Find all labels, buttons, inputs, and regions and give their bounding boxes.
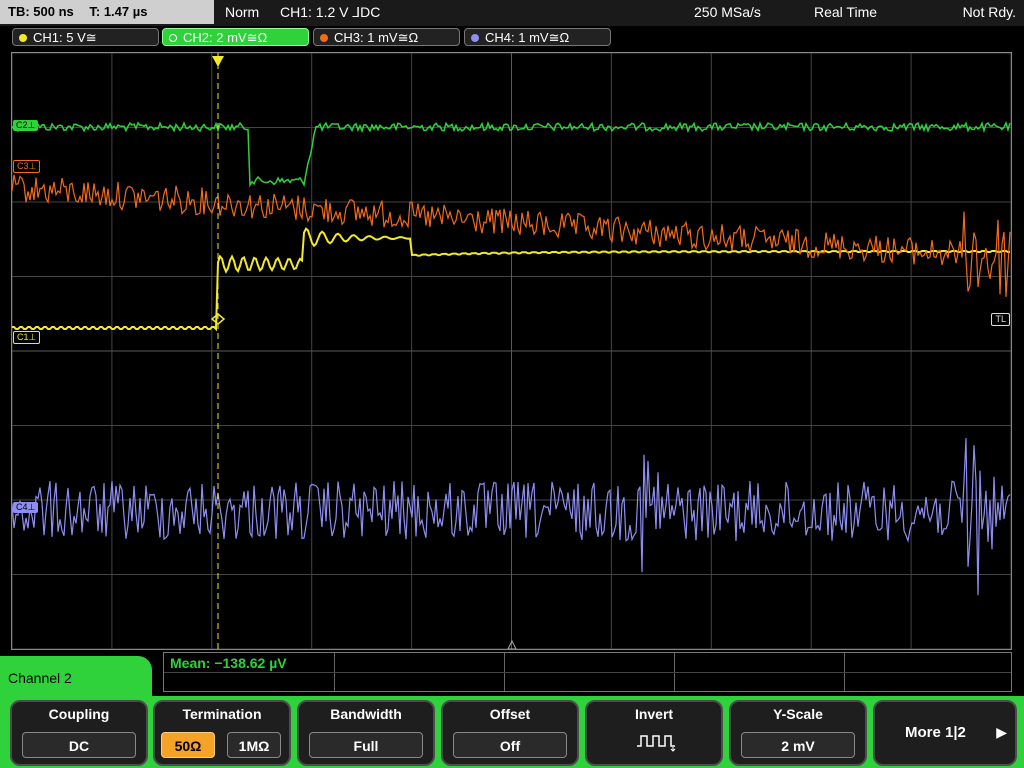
invert-waveform-icon [637, 735, 676, 752]
y-scale-button[interactable]: Y-Scale 2 mV [729, 700, 867, 766]
termination-title: Termination [182, 706, 262, 722]
bandwidth-title: Bandwidth [330, 706, 402, 722]
waveform-canvas [12, 53, 1011, 649]
measurement-panel: Mean: −138.62 µV [163, 652, 1012, 692]
timebase-value: TB: 500 ns [8, 4, 74, 19]
offset-title: Offset [489, 706, 531, 722]
trigger-mode: Norm [225, 4, 260, 20]
mean-measurement: Mean: −138.62 µV [170, 655, 287, 671]
timebase-readout[interactable]: TB: 500 ns T: 1.47 µs [0, 0, 214, 24]
tab-ch1-label: CH1: 5 V≅ [33, 30, 97, 45]
tab-ch1[interactable]: CH1: 5 V≅ [12, 28, 159, 46]
sample-rate: 250 MSa/s [694, 4, 761, 20]
run-state: Not Rdy. [962, 4, 1016, 20]
next-page-icon: ▶ [996, 724, 1007, 740]
invert-button[interactable]: Invert [585, 700, 723, 766]
ch2-dot-icon [169, 34, 177, 42]
grid [12, 53, 1011, 649]
tab-ch4[interactable]: CH4: 1 mV≅Ω [464, 28, 611, 46]
tab-ch2-label: CH2: 2 mV≅Ω [183, 30, 268, 45]
invert-title: Invert [634, 706, 674, 722]
tab-ch3-label: CH3: 1 mV≅Ω [334, 30, 419, 45]
trigger-level-marker[interactable]: TL [991, 313, 1010, 326]
bandwidth-value: Full [309, 732, 423, 758]
waveform-display[interactable]: C2⊥ C3⊥ C1⊥ C4⊥ TL [11, 52, 1012, 650]
trigger-source: CH1: 1.2 V ⅃DC [280, 4, 381, 20]
ch2-offset-marker[interactable]: C2⊥ [13, 120, 39, 131]
trigger-time-value: T: 1.47 µs [89, 4, 148, 19]
y-scale-value: 2 mV [741, 732, 855, 758]
ch1-offset-marker[interactable]: C1⊥ [13, 331, 41, 344]
more-label: More 1|2 [905, 724, 966, 741]
ch3-dot-icon [320, 34, 328, 42]
channel-menu-header: Channel 2 [0, 656, 152, 696]
coupling-title: Coupling [48, 706, 110, 722]
termination-1mohm-option[interactable]: 1MΩ [227, 732, 281, 758]
ch4-offset-marker[interactable]: C4⊥ [13, 502, 39, 513]
channel-menu-title: Channel 2 [8, 670, 72, 686]
coupling-button[interactable]: Coupling DC [10, 700, 148, 766]
offset-value: Off [453, 732, 567, 758]
trigger-position-icon [212, 56, 224, 67]
ch4-dot-icon [471, 34, 479, 42]
tab-ch4-label: CH4: 1 mV≅Ω [485, 30, 570, 45]
coupling-value: DC [22, 732, 136, 758]
tab-ch3[interactable]: CH3: 1 mV≅Ω [313, 28, 460, 46]
termination-button[interactable]: Termination 50Ω 1MΩ [153, 700, 291, 766]
acquisition-mode: Real Time [814, 4, 878, 20]
ch1-dot-icon [19, 34, 27, 42]
offset-button[interactable]: Offset Off [441, 700, 579, 766]
ch3-offset-marker[interactable]: C3⊥ [13, 160, 41, 173]
y-scale-title: Y-Scale [773, 706, 823, 722]
more-button[interactable]: More 1|2 ▶ [873, 700, 1017, 766]
tab-ch2[interactable]: CH2: 2 mV≅Ω [162, 28, 309, 46]
bandwidth-button[interactable]: Bandwidth Full [297, 700, 435, 766]
termination-50ohm-option[interactable]: 50Ω [161, 732, 215, 758]
